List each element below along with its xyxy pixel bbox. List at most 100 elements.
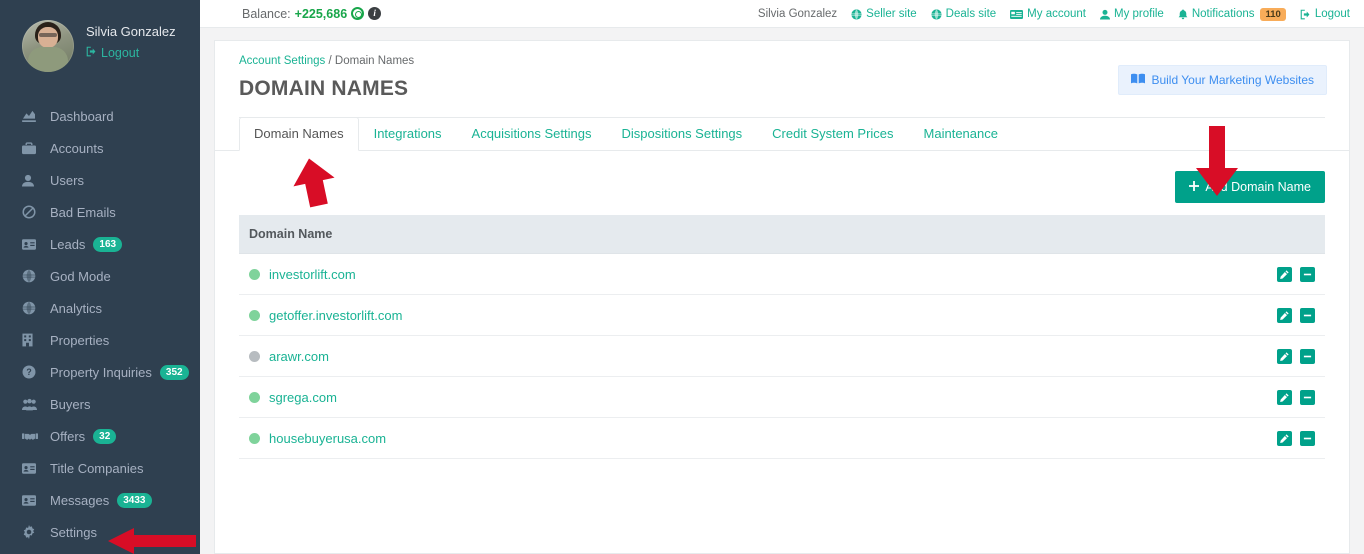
sidebar-item-god-mode[interactable]: God Mode [0, 260, 200, 292]
logout-icon [1300, 9, 1311, 20]
edit-domain-button[interactable] [1277, 308, 1293, 324]
build-button-label: Build Your Marketing Websites [1151, 73, 1314, 87]
avatar [22, 20, 74, 72]
topbar: Balance: +225,686 i Silvia Gonzalez Sell… [200, 0, 1364, 28]
status-dot-active [249, 432, 260, 444]
remove-domain-button[interactable] [1300, 431, 1315, 447]
users-icon [22, 398, 40, 411]
add-domain-name-button[interactable]: Add Domain Name [1175, 171, 1325, 203]
card-icon [1010, 9, 1024, 19]
notifications-badge: 110 [1260, 7, 1286, 21]
sidebar-label: Property Inquiries [50, 364, 152, 380]
sidebar-item-title-companies[interactable]: Title Companies [0, 452, 200, 484]
domain-link[interactable]: getoffer.investorlift.com [269, 308, 402, 323]
topbar-link-my-account[interactable]: My account [1010, 8, 1086, 20]
sidebar-item-analytics[interactable]: Analytics [0, 292, 200, 324]
domain-link[interactable]: arawr.com [269, 349, 329, 364]
sidebar-item-properties[interactable]: Properties [0, 324, 200, 356]
sidebar-item-property-inquiries[interactable]: ? Property Inquiries 352 [0, 356, 200, 388]
sidebar-label: Users [50, 172, 84, 188]
sidebar-badge: 32 [93, 428, 117, 444]
topbar-link-logout[interactable]: Logout [1300, 8, 1350, 20]
domain-link[interactable]: housebuyerusa.com [269, 431, 386, 446]
gear-icon [22, 525, 40, 539]
status-dot-inactive [249, 350, 260, 362]
sidebar-item-messages[interactable]: Messages 3433 [0, 484, 200, 516]
topbar-link-my-profile[interactable]: My profile [1099, 8, 1164, 20]
page-wrapper: Account Settings / Domain Names DOMAIN N… [200, 28, 1364, 554]
remove-domain-button[interactable] [1300, 349, 1315, 365]
topbar-link-label: Deals site [945, 8, 997, 20]
tab-label: Domain Names [254, 126, 344, 141]
topbar-link-deals-site[interactable]: Deals site [931, 8, 997, 20]
globe-icon [851, 8, 862, 20]
sidebar-label: Bad Emails [50, 204, 116, 220]
id-card-icon [22, 462, 40, 474]
table-row: arawr.com [239, 335, 1325, 378]
domain-cell: getoffer.investorlift.com [239, 294, 1041, 337]
domain-cell: arawr.com [239, 335, 1041, 378]
tab-bar: Domain Names Integrations Acquisitions S… [215, 117, 1349, 151]
sidebar-item-users[interactable]: Users [0, 164, 200, 196]
tab-credit-system-prices[interactable]: Credit System Prices [757, 117, 908, 151]
status-dot-active [249, 268, 260, 280]
topbar-link-seller-site[interactable]: Seller site [851, 8, 917, 20]
logout-icon [86, 46, 97, 60]
table-head: Domain Name [239, 215, 1325, 254]
edit-domain-button[interactable] [1277, 267, 1293, 283]
sidebar-item-buyers[interactable]: Buyers [0, 388, 200, 420]
app-root: Silvia Gonzalez Logout Dashboard Account… [0, 0, 1364, 554]
edit-domain-button[interactable] [1277, 390, 1293, 406]
row-actions [1040, 417, 1325, 460]
remove-domain-button[interactable] [1300, 267, 1315, 283]
remove-domain-button[interactable] [1300, 390, 1315, 406]
sidebar-label: God Mode [50, 268, 111, 284]
sidebar-badge: 352 [159, 364, 189, 380]
table-body: investorlift.com getoffer.investorlift.c… [239, 253, 1325, 460]
tab-acquisitions-settings[interactable]: Acquisitions Settings [457, 117, 607, 151]
edit-domain-button[interactable] [1277, 431, 1293, 447]
tab-label: Maintenance [923, 126, 998, 141]
edit-domain-button[interactable] [1277, 349, 1293, 365]
card-header: Account Settings / Domain Names DOMAIN N… [215, 41, 1349, 118]
status-dot-active [249, 391, 260, 403]
remove-domain-button[interactable] [1300, 308, 1315, 324]
globe-icon [931, 8, 942, 20]
tab-maintenance[interactable]: Maintenance [909, 117, 1013, 151]
sidebar-badge: 3433 [117, 492, 152, 508]
column-header-domain-name: Domain Name [239, 215, 1325, 254]
user-icon [1099, 9, 1110, 20]
domain-link[interactable]: sgrega.com [269, 390, 337, 405]
tab-dispositions-settings[interactable]: Dispositions Settings [606, 117, 757, 151]
sidebar-item-offers[interactable]: Offers 32 [0, 420, 200, 452]
globe-icon [22, 269, 40, 283]
add-button-label: Add Domain Name [1205, 180, 1311, 194]
balance-value: +225,686 [294, 6, 348, 21]
status-dot-active [249, 309, 260, 321]
sidebar-item-leads[interactable]: Leads 163 [0, 228, 200, 260]
question-icon: ? [22, 365, 40, 379]
build-marketing-websites-button[interactable]: Build Your Marketing Websites [1118, 65, 1327, 95]
info-circle-icon[interactable]: i [368, 7, 382, 20]
sidebar-logout-link[interactable]: Logout [86, 46, 176, 60]
breadcrumb-current: Domain Names [334, 55, 415, 67]
domain-cell: sgrega.com [239, 376, 1041, 419]
content-card: Account Settings / Domain Names DOMAIN N… [214, 40, 1350, 554]
sidebar-item-accounts[interactable]: Accounts [0, 132, 200, 164]
handshake-icon [22, 431, 40, 441]
row-actions [1040, 376, 1325, 419]
sidebar-item-bad-emails[interactable]: Bad Emails [0, 196, 200, 228]
topbar-link-notifications[interactable]: Notifications 110 [1178, 7, 1286, 21]
sidebar-item-dashboard[interactable]: Dashboard [0, 100, 200, 132]
sidebar-label: Buyers [50, 396, 91, 412]
sidebar-item-settings[interactable]: Settings [0, 516, 200, 548]
main-region: Balance: +225,686 i Silvia Gonzalez Sell… [200, 0, 1364, 554]
building-icon [22, 333, 40, 347]
domain-cell: housebuyerusa.com [239, 417, 1041, 460]
tab-domain-names[interactable]: Domain Names [239, 117, 359, 151]
tab-panel-domain-names: Add Domain Name Domain Name investorlift… [215, 151, 1349, 460]
id-card-icon [22, 238, 40, 250]
tab-integrations[interactable]: Integrations [359, 117, 457, 151]
breadcrumb-parent-link[interactable]: Account Settings [239, 55, 325, 67]
domain-link[interactable]: investorlift.com [269, 267, 356, 282]
